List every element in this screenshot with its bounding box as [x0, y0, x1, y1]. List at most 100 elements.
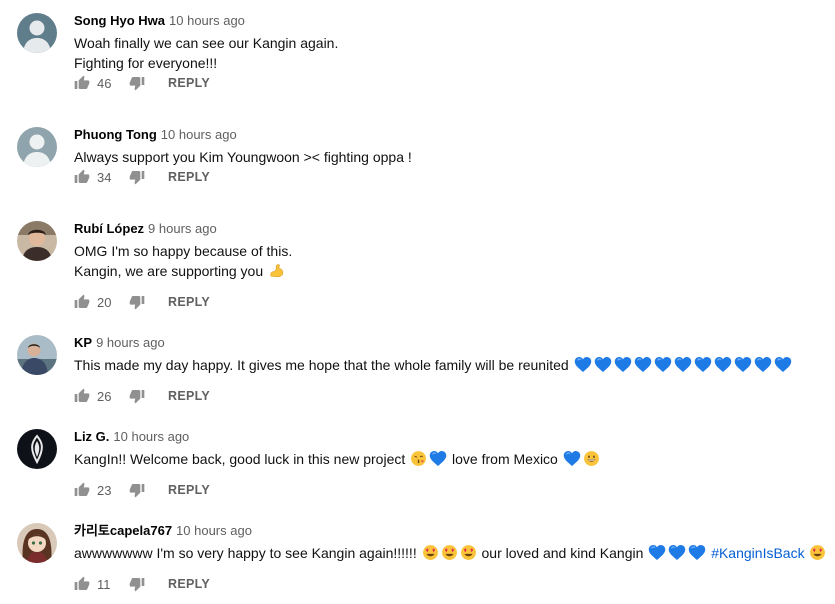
comment-line: Kangin, we are supporting you — [74, 261, 292, 281]
comment-line: OMG I'm so happy because of this. — [74, 243, 293, 259]
thumbs-down-icon[interactable] — [129, 388, 145, 404]
avatar[interactable] — [17, 429, 57, 469]
like-count: 26 — [97, 388, 112, 404]
like-button[interactable]: 26 — [74, 388, 117, 404]
author-name[interactable]: Liz G. — [74, 429, 109, 444]
blue-heart-emoji — [694, 356, 712, 373]
avatar[interactable] — [17, 523, 57, 563]
comment-timestamp[interactable]: 10 hours ago — [176, 523, 252, 538]
blue-heart-emoji — [754, 356, 772, 373]
comment-header: Liz G. 10 hours ago — [74, 429, 189, 445]
dislike-button[interactable] — [129, 169, 145, 185]
comment-line: awwwwwww I'm so very happy to see Kangin… — [74, 543, 827, 563]
reply-button[interactable]: REPLY — [168, 389, 210, 403]
kissing-face-emoji — [410, 450, 427, 467]
comment-actions: 23 REPLY — [74, 480, 210, 500]
comment-text: Always support you Kim Youngwoon >< figh… — [74, 147, 412, 167]
comment-timestamp[interactable]: 10 hours ago — [113, 429, 189, 444]
dislike-button[interactable] — [129, 482, 145, 498]
author-name[interactable]: Song Hyo Hwa — [74, 13, 165, 28]
reply-button[interactable]: REPLY — [168, 483, 210, 497]
comment-actions: 34 REPLY — [74, 167, 210, 187]
comment-line: KangIn!! Welcome back, good luck in this… — [74, 449, 601, 469]
avatar[interactable] — [17, 221, 57, 261]
like-count: 20 — [97, 294, 112, 310]
comment-header: Rubí López 9 hours ago — [74, 221, 217, 237]
heart-eyes-emoji — [422, 544, 439, 561]
comment-line-text: Kangin, we are supporting you — [74, 263, 264, 279]
thumbs-down-icon[interactable] — [129, 169, 145, 185]
thumbs-down-icon[interactable] — [129, 294, 145, 310]
comment-text: This made my day happy. It gives me hope… — [74, 355, 793, 375]
comment-timestamp[interactable]: 9 hours ago — [96, 335, 165, 350]
like-count: 23 — [97, 482, 112, 498]
blue-heart-emoji — [714, 356, 732, 373]
thumbs-down-icon[interactable] — [129, 75, 145, 91]
blue-heart-emoji — [674, 356, 692, 373]
blue-heart-emoji — [429, 450, 447, 467]
hashtag-link[interactable]: #KanginIsBack — [711, 545, 804, 561]
comment-header: KP 9 hours ago — [74, 335, 165, 351]
dislike-button[interactable] — [129, 576, 145, 592]
author-name[interactable]: KP — [74, 335, 92, 350]
thumbs-up-icon[interactable] — [74, 294, 90, 310]
like-button[interactable]: 23 — [74, 482, 117, 498]
thumbs-down-icon[interactable] — [129, 482, 145, 498]
thumbs-down-icon[interactable] — [129, 576, 145, 592]
comment-timestamp[interactable]: 10 hours ago — [169, 13, 245, 28]
thumbs-up-icon[interactable] — [74, 576, 90, 592]
blue-heart-emoji — [648, 544, 666, 561]
comment-actions: 11 REPLY — [74, 574, 210, 594]
author-name[interactable]: 카리토capela767 — [74, 523, 172, 538]
thumbs-up-icon[interactable] — [74, 75, 90, 91]
reply-button[interactable]: REPLY — [168, 577, 210, 591]
comments-section: Song Hyo Hwa 10 hours ago Woah finally we… — [0, 0, 835, 604]
comment-timestamp[interactable]: 10 hours ago — [161, 127, 237, 142]
thumbs-up-icon[interactable] — [74, 482, 90, 498]
blue-heart-emoji — [774, 356, 792, 373]
comment-line: Always support you Kim Youngwoon >< figh… — [74, 149, 412, 165]
comment-actions: 20 REPLY — [74, 292, 210, 312]
comment-timestamp[interactable]: 9 hours ago — [148, 221, 217, 236]
author-name[interactable]: Rubí López — [74, 221, 144, 236]
grinning-face-emoji — [583, 450, 600, 467]
blue-heart-emoji-group — [573, 357, 793, 373]
comment-text: KangIn!! Welcome back, good luck in this… — [74, 449, 601, 469]
blue-heart-emoji — [614, 356, 632, 373]
like-count: 11 — [97, 576, 111, 592]
comment-actions: 46 REPLY — [74, 73, 210, 93]
like-button[interactable]: 34 — [74, 169, 117, 185]
blue-heart-emoji — [668, 544, 686, 561]
like-button[interactable]: 20 — [74, 294, 117, 310]
comment-line: Woah finally we can see our Kangin again… — [74, 35, 339, 51]
reply-button[interactable]: REPLY — [168, 170, 210, 184]
heart-eyes-emoji — [460, 544, 477, 561]
reply-button[interactable]: REPLY — [168, 295, 210, 309]
comment-line-text: love from Mexico — [452, 451, 558, 467]
comment-line-text: our loved and kind Kangin — [481, 545, 644, 561]
like-button[interactable]: 46 — [74, 75, 117, 91]
heart-eyes-emoji — [809, 544, 826, 561]
avatar[interactable] — [17, 13, 57, 53]
thumbs-up-icon[interactable] — [74, 169, 90, 185]
avatar[interactable] — [17, 127, 57, 167]
comment-thread: Liz G. 10 hours ago KangIn!! Welcome back… — [0, 416, 835, 510]
dislike-button[interactable] — [129, 75, 145, 91]
heart-eyes-emoji — [441, 544, 458, 561]
author-name[interactable]: Phuong Tong — [74, 127, 157, 142]
dislike-button[interactable] — [129, 294, 145, 310]
blue-heart-emoji — [734, 356, 752, 373]
like-count: 46 — [97, 75, 112, 91]
thumbs-up-icon[interactable] — [74, 388, 90, 404]
like-button[interactable]: 11 — [74, 576, 117, 592]
reply-button[interactable]: REPLY — [168, 76, 210, 90]
comment-line: Fighting for everyone!!! — [74, 55, 218, 71]
comment-line-text: awwwwwww I'm so very happy to see Kangin… — [74, 545, 417, 561]
flexed-biceps-emoji — [268, 262, 285, 279]
comment-thread: KP 9 hours ago This made my day happy. It… — [0, 322, 835, 416]
blue-heart-emoji — [654, 356, 672, 373]
comment-text: Woah finally we can see our Kangin again… — [74, 33, 338, 73]
dislike-button[interactable] — [129, 388, 145, 404]
avatar[interactable] — [17, 335, 57, 375]
comment-header: Song Hyo Hwa 10 hours ago — [74, 13, 245, 29]
